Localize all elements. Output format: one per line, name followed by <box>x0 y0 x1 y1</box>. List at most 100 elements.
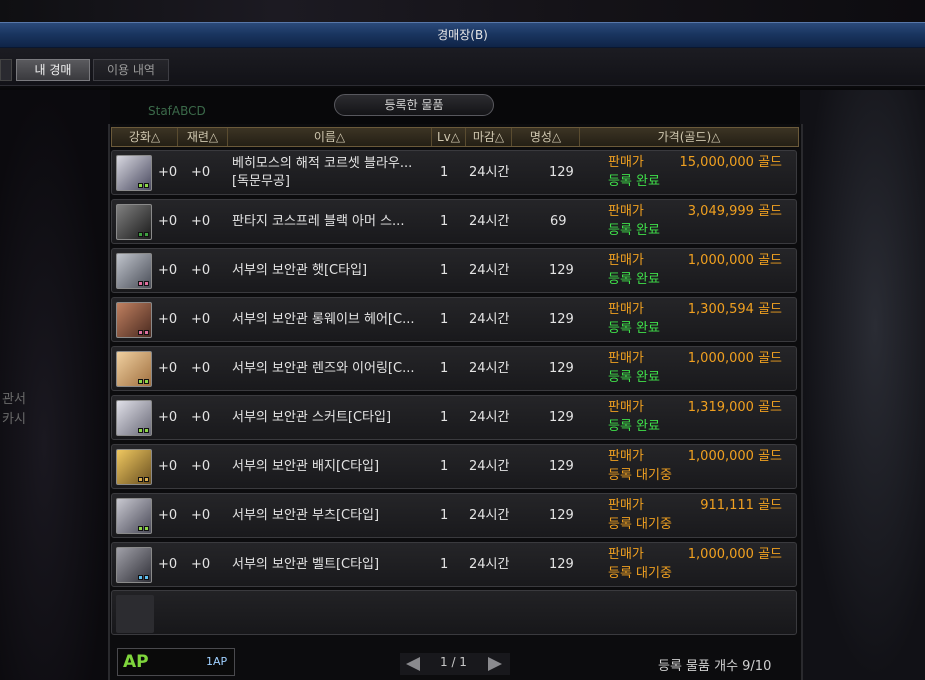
corset-icon[interactable] <box>116 155 152 191</box>
registration-status: 등록 대기중 <box>608 517 672 532</box>
level-value: 1 <box>440 361 449 376</box>
black-armor-icon[interactable] <box>116 204 152 240</box>
price-value: 15,000,000 골드 <box>679 155 783 170</box>
item-name: 베히모스의 해적 코르셋 블라우... [독문무공] <box>232 155 432 198</box>
registration-status: 등록 완료 <box>608 174 660 189</box>
socket-gem-icon <box>138 281 143 286</box>
price-value: 1,300,594 골드 <box>687 302 782 317</box>
page-indicator: 1 / 1 <box>440 655 467 669</box>
col-refine[interactable]: 재련△ <box>178 128 228 146</box>
item-name-line1: 서부의 보안관 벨트[C타입] <box>232 557 380 572</box>
registration-status: 등록 완료 <box>608 223 660 238</box>
badge-star-icon[interactable] <box>116 449 152 485</box>
tab-history[interactable]: 이용 내역 <box>93 59 169 81</box>
item-name-line1: 서부의 보안관 부츠[C타입] <box>232 508 380 523</box>
enhance-value: +0 <box>158 508 178 523</box>
socket-gem-icon <box>138 330 143 335</box>
level-value: 1 <box>440 165 449 180</box>
socket-gem-icon <box>138 232 143 237</box>
background-text-1: 관서 <box>2 392 26 407</box>
auction-row[interactable]: +0 +0 서부의 보안관 스커트[C타입] 1 24시간 129 판매가 1,… <box>111 395 797 440</box>
registration-status: 등록 완료 <box>608 419 660 434</box>
price-value: 1,000,000 골드 <box>687 351 782 366</box>
empty-row <box>111 590 797 635</box>
item-name-line1: 서부의 보안관 햇[C타입] <box>232 263 368 278</box>
socket-gem-icon <box>138 526 143 531</box>
fame-value: 129 <box>549 361 574 376</box>
price-value: 3,049,999 골드 <box>687 204 782 219</box>
registered-items-label: 등록한 물품 <box>334 94 494 116</box>
socket-gem-icon <box>144 379 149 384</box>
enhance-value: +0 <box>158 361 178 376</box>
deadline-value: 24시간 <box>469 214 510 229</box>
hat-icon[interactable] <box>116 253 152 289</box>
price-label: 판매가 <box>608 351 644 366</box>
skirt-icon[interactable] <box>116 400 152 436</box>
game-background-right <box>800 90 925 680</box>
socket-gem-icon <box>144 330 149 335</box>
auction-row[interactable]: +0 +0 서부의 보안관 햇[C타입] 1 24시간 129 판매가 1,00… <box>111 248 797 293</box>
price-value: 911,111 골드 <box>700 498 782 513</box>
refine-value: +0 <box>191 165 211 180</box>
auction-window-title[interactable]: 경매장(B) <box>0 22 925 48</box>
registration-status: 등록 완료 <box>608 370 660 385</box>
belt-icon[interactable] <box>116 547 152 583</box>
price-label: 판매가 <box>608 204 644 219</box>
deadline-value: 24시간 <box>469 459 510 474</box>
auction-row[interactable]: +0 +0 서부의 보안관 배지[C타입] 1 24시간 129 판매가 1,0… <box>111 444 797 489</box>
item-name-line1: 판타지 코스프레 블랙 아머 스... <box>232 214 405 229</box>
registration-status: 등록 완료 <box>608 272 660 287</box>
item-name-line1: 서부의 보안관 배지[C타입] <box>232 459 380 474</box>
socket-gem-icon <box>144 477 149 482</box>
item-name: 서부의 보안관 햇[C타입] <box>232 249 367 292</box>
tab-my-auction[interactable]: 내 경매 <box>16 59 90 81</box>
background-text-2: 카시 <box>2 412 26 427</box>
face-icon[interactable] <box>116 351 152 387</box>
col-enhance[interactable]: 강화△ <box>112 128 178 146</box>
price-label: 판매가 <box>608 302 644 317</box>
boots-icon[interactable] <box>116 498 152 534</box>
col-level[interactable]: Lv△ <box>432 128 466 146</box>
refine-value: +0 <box>191 557 211 572</box>
fame-value: 129 <box>549 263 574 278</box>
socket-gem-icon <box>138 428 143 433</box>
socket-gem-icon <box>144 575 149 580</box>
enhance-value: +0 <box>158 214 178 229</box>
socket-gem-icon <box>138 477 143 482</box>
auction-row[interactable]: +0 +0 서부의 보안관 벨트[C타입] 1 24시간 129 판매가 1,0… <box>111 542 797 587</box>
auction-row[interactable]: +0 +0 판타지 코스프레 블랙 아머 스... 1 24시간 69 판매가 … <box>111 199 797 244</box>
col-name[interactable]: 이름△ <box>228 128 432 146</box>
col-price[interactable]: 가격(골드)△ <box>580 128 798 146</box>
price-value: 1,000,000 골드 <box>687 253 782 268</box>
price-label: 판매가 <box>608 547 644 562</box>
auction-row[interactable]: +0 +0 서부의 보안관 롱웨이브 헤어[C... 1 24시간 129 판매… <box>111 297 797 342</box>
col-fame[interactable]: 명성△ <box>512 128 580 146</box>
auction-row[interactable]: +0 +0 서부의 보안관 부츠[C타입] 1 24시간 129 판매가 911… <box>111 493 797 538</box>
deadline-value: 24시간 <box>469 508 510 523</box>
item-name-line1: 서부의 보안관 스커트[C타입] <box>232 410 392 425</box>
auction-row[interactable]: +0 +0 서부의 보안관 렌즈와 이어링[C... 1 24시간 129 판매… <box>111 346 797 391</box>
price-label: 판매가 <box>608 155 644 170</box>
next-page-icon[interactable] <box>488 657 502 671</box>
level-value: 1 <box>440 557 449 572</box>
price-label: 판매가 <box>608 449 644 464</box>
auction-row[interactable]: +0 +0 베히모스의 해적 코르셋 블라우... [독문무공] 1 24시간 1… <box>111 150 797 195</box>
deadline-value: 24시간 <box>469 361 510 376</box>
fame-value: 129 <box>549 508 574 523</box>
price-value: 1,000,000 골드 <box>687 449 782 464</box>
deadline-value: 24시간 <box>469 165 510 180</box>
level-value: 1 <box>440 410 449 425</box>
table-header: 강화△ 재련△ 이름△ Lv△ 마감△ 명성△ 가격(골드)△ <box>111 127 799 147</box>
price-label: 판매가 <box>608 498 644 513</box>
prev-page-icon[interactable] <box>406 657 420 671</box>
hair-icon[interactable] <box>116 302 152 338</box>
tab-stub[interactable] <box>0 59 12 81</box>
enhance-value: +0 <box>158 312 178 327</box>
registered-count: 등록 물품 개수 9/10 <box>658 659 772 674</box>
col-deadline[interactable]: 마감△ <box>466 128 512 146</box>
fame-value: 129 <box>549 312 574 327</box>
enhance-value: +0 <box>158 459 178 474</box>
registration-status: 등록 대기중 <box>608 468 672 483</box>
item-name-line1: 서부의 보안관 롱웨이브 헤어[C... <box>232 312 415 327</box>
level-value: 1 <box>440 312 449 327</box>
